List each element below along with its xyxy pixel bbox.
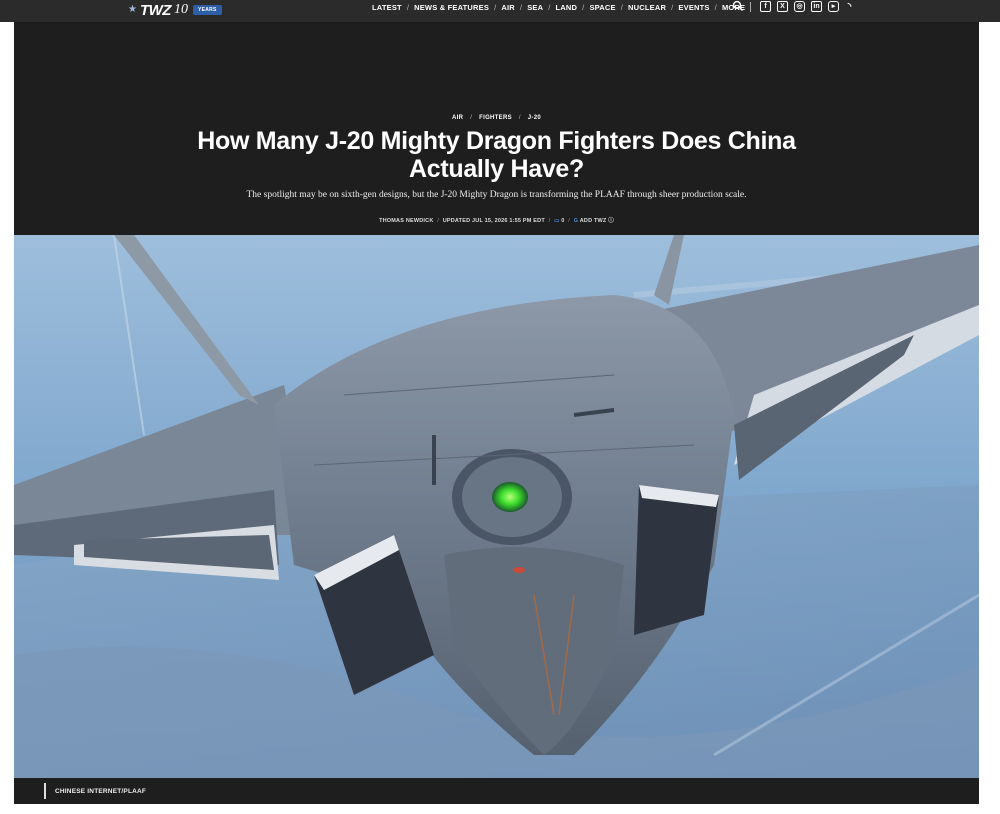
author-link[interactable]: THOMAS NEWDICK [379, 218, 433, 224]
breadcrumb-separator: / [470, 115, 473, 121]
article-dek: The spotlight may be on sixth-gen design… [246, 190, 747, 200]
search-icon[interactable] [732, 0, 744, 12]
logo-anniversary-number: 10 [173, 2, 188, 17]
nav-nuclear[interactable]: NUCLEAR [628, 3, 666, 12]
rss-icon[interactable]: ◝ [845, 2, 854, 11]
photo-caption: CHINESE INTERNET/PLAAF [14, 778, 979, 804]
linkedin-icon[interactable]: in [811, 1, 822, 12]
breadcrumb-air[interactable]: AIR [452, 115, 463, 121]
google-icon: G [573, 218, 579, 224]
nav-divider [750, 2, 751, 12]
site-logo[interactable]: ★ TWZ 10 YEARS [128, 1, 222, 19]
nav-separator: / [548, 2, 551, 12]
photo-credit: CHINESE INTERNET/PLAAF [55, 788, 147, 795]
byline-separator: / [548, 218, 551, 224]
byline: THOMAS NEWDICK / UPDATED JUL 15, 2026 1:… [14, 216, 979, 224]
nav-space[interactable]: SPACE [589, 3, 615, 12]
x-icon[interactable]: X [777, 1, 788, 12]
breadcrumb: AIR / FIGHTERS / J-20 [14, 115, 979, 121]
byline-separator: / [437, 218, 439, 224]
breadcrumb-j20[interactable]: J-20 [528, 115, 541, 121]
article-headline: How Many J-20 Mighty Dragon Fighters Doe… [197, 127, 796, 183]
byline-separator: / [568, 218, 570, 224]
breadcrumb-fighters[interactable]: FIGHTERS [479, 115, 512, 121]
youtube-icon[interactable]: ▸ [828, 1, 839, 12]
nav-separator: / [620, 2, 624, 12]
nav-sea[interactable]: SEA [527, 3, 543, 12]
hero-image [14, 235, 979, 778]
nav-separator: / [582, 2, 585, 12]
nav-land[interactable]: LAND [556, 3, 578, 12]
breadcrumb-separator: / [518, 115, 521, 121]
caption-divider [44, 783, 46, 799]
nav-separator: / [494, 2, 497, 12]
facebook-icon[interactable]: f [760, 1, 771, 12]
nav-events[interactable]: EVENTS [678, 3, 709, 12]
instagram-icon[interactable]: ◎ [794, 1, 805, 12]
nav-news-features[interactable]: NEWS & FEATURES [414, 3, 489, 12]
main-nav: LATEST / NEWS & FEATURES / AIR / SEA / L… [372, 0, 745, 14]
info-icon[interactable]: ⓘ [608, 218, 614, 224]
nav-separator: / [671, 2, 674, 12]
logo-text: TWZ [139, 1, 171, 19]
star-icon: ★ [128, 4, 137, 15]
logo-years-badge: YEARS [192, 5, 222, 15]
add-twz-link[interactable]: ADD TWZ [580, 218, 607, 224]
nav-air[interactable]: AIR [501, 3, 515, 12]
nav-latest[interactable]: LATEST [372, 3, 402, 12]
article-header: AIR / FIGHTERS / J-20 How Many J-20 Migh… [14, 22, 979, 235]
comment-count[interactable]: 0 [561, 218, 564, 224]
j20-fighter-illustration [14, 235, 979, 778]
nav-separator: / [519, 2, 523, 12]
updated-timestamp: UPDATED JUL 15, 2026 1:55 PM EDT [442, 218, 545, 224]
nav-separator: / [714, 2, 717, 12]
nav-separator: / [406, 2, 410, 12]
top-nav-bar: ★ TWZ 10 YEARS LATEST / NEWS & FEATURES … [0, 0, 1000, 22]
social-links: f X ◎ in ▸ ◝ [760, 1, 854, 12]
comment-icon[interactable]: ▭ [554, 218, 559, 224]
